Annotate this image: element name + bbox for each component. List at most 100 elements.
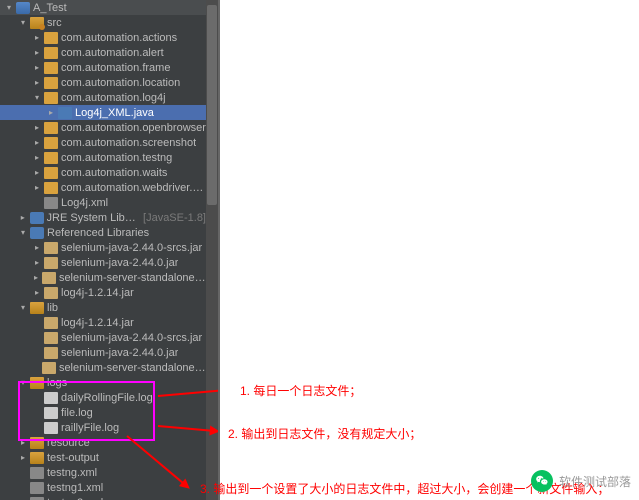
tree-item[interactable]: ▸log4j-1.2.14.jar bbox=[0, 315, 218, 330]
jar-icon bbox=[44, 242, 58, 254]
chevron-right-icon[interactable]: ▸ bbox=[32, 138, 42, 148]
tree-item[interactable]: ▸ com.automation.testng bbox=[0, 150, 218, 165]
pkg-icon bbox=[44, 167, 58, 179]
chevron-right-icon[interactable]: ▸ bbox=[32, 33, 42, 43]
tree-item-label: Referenced Libraries bbox=[47, 227, 149, 239]
file-icon bbox=[44, 422, 58, 434]
tree-item[interactable]: ▾ com.automation.log4j bbox=[0, 90, 218, 105]
tree-item-suffix: [JavaSE-1.8] bbox=[143, 212, 206, 224]
pkg-icon bbox=[44, 122, 58, 134]
tree-item[interactable]: ▸ selenium-java-2.44.0.jar bbox=[0, 255, 218, 270]
chevron-right-icon[interactable]: ▸ bbox=[32, 183, 42, 193]
tree-item[interactable]: ▸ com.automation.waits bbox=[0, 165, 218, 180]
tree-item[interactable]: ▸selenium-java-2.44.0.jar bbox=[0, 345, 218, 360]
chevron-right-icon[interactable]: ▸ bbox=[46, 108, 56, 118]
chevron-right-icon[interactable]: ▸ bbox=[32, 123, 42, 133]
tree-item-label: com.automation.waits bbox=[61, 167, 167, 179]
tree-item[interactable]: ▸Log4j_XML.java bbox=[0, 105, 218, 120]
chevron-down-icon[interactable]: ▾ bbox=[18, 378, 28, 388]
tree-item-label: selenium-java-2.44.0.jar bbox=[61, 347, 178, 359]
tree-item[interactable]: ▸file.log bbox=[0, 405, 218, 420]
watermark: 软件测试部落 bbox=[531, 470, 631, 492]
chevron-right-icon[interactable]: ▸ bbox=[18, 438, 28, 448]
jar-icon bbox=[44, 332, 58, 344]
tree-item-label: JRE System Library bbox=[47, 212, 140, 224]
tree-item[interactable]: ▾ lib bbox=[0, 300, 218, 315]
tree-item-label: file.log bbox=[61, 407, 93, 419]
chevron-down-icon[interactable]: ▾ bbox=[32, 93, 42, 103]
pkg-icon bbox=[44, 62, 58, 74]
tree-item[interactable]: ▾logs bbox=[0, 375, 218, 390]
wechat-icon bbox=[531, 470, 553, 492]
tree-item[interactable]: ▾ A_Test bbox=[0, 0, 218, 15]
xml-icon bbox=[30, 482, 44, 494]
tree-item[interactable]: ▸selenium-java-2.44.0-srcs.jar bbox=[0, 330, 218, 345]
chevron-right-icon[interactable]: ▸ bbox=[32, 273, 40, 283]
tree-item-label: selenium-java-2.44.0.jar bbox=[61, 257, 178, 269]
java-icon bbox=[58, 107, 72, 119]
tree-item[interactable]: ▸com.automation.location bbox=[0, 75, 218, 90]
tree-item[interactable]: ▸com.automation.actions bbox=[0, 30, 218, 45]
chevron-right-icon[interactable]: ▸ bbox=[32, 153, 42, 163]
annotation-panel: 1. 每日一个日志文件； 2. 输出到日志文件，没有规定大小； 3. 输出到一个… bbox=[220, 0, 639, 500]
tree-item[interactable]: ▾ src bbox=[0, 15, 218, 30]
tree-item[interactable]: ▸selenium-java-2.44.0-srcs.jar bbox=[0, 240, 218, 255]
tree-item-label: com.automation.testng bbox=[61, 152, 172, 164]
tree-item-label: selenium-server-standalone-2.44.0.jar bbox=[59, 272, 206, 284]
pkg-icon bbox=[44, 77, 58, 89]
tree-item-label: resource bbox=[47, 437, 90, 449]
xml-icon bbox=[44, 197, 58, 209]
chevron-right-icon[interactable]: ▸ bbox=[18, 213, 28, 223]
tree-item-label: src bbox=[47, 17, 62, 29]
chevron-right-icon[interactable]: ▸ bbox=[32, 78, 42, 88]
project-explorer[interactable]: ▾A_Test▾src▸com.automation.actions▸com.a… bbox=[0, 0, 220, 500]
tree-item-label: lib bbox=[47, 302, 58, 314]
chevron-down-icon[interactable]: ▾ bbox=[18, 228, 28, 238]
tree-item[interactable]: ▸testng2.xml bbox=[0, 495, 218, 500]
tree-item-label: com.automation.alert bbox=[61, 47, 164, 59]
tree-item[interactable]: ▸ log4j-1.2.14.jar bbox=[0, 285, 218, 300]
tree-item[interactable]: ▸ com.automation.webdriver.api bbox=[0, 180, 218, 195]
tree-item[interactable]: ▸com.automation.openbrowser bbox=[0, 120, 218, 135]
chevron-down-icon[interactable]: ▾ bbox=[18, 303, 28, 313]
chevron-right-icon[interactable]: ▸ bbox=[32, 168, 42, 178]
tree-item[interactable]: ▸ com.automation.alert bbox=[0, 45, 218, 60]
tree-item[interactable]: ▸ selenium-server-standalone-2.44.0.jar bbox=[0, 270, 218, 285]
chevron-right-icon[interactable]: ▸ bbox=[32, 48, 42, 58]
jar-icon bbox=[44, 257, 58, 269]
chevron-down-icon[interactable]: ▾ bbox=[18, 18, 28, 28]
jar-icon bbox=[44, 287, 58, 299]
chevron-right-icon[interactable]: ▸ bbox=[32, 288, 42, 298]
tree-item-label: test-output bbox=[47, 452, 99, 464]
chevron-right-icon[interactable]: ▸ bbox=[18, 453, 28, 463]
chevron-right-icon[interactable]: ▸ bbox=[32, 243, 42, 253]
tree-item[interactable]: ▸Log4j.xml bbox=[0, 195, 218, 210]
pkg-icon bbox=[44, 92, 58, 104]
tree-item[interactable]: ▸selenium-server-standalone-2.44.0.jar bbox=[0, 360, 218, 375]
tree-item-label: selenium-server-standalone-2.44.0.jar bbox=[59, 362, 206, 374]
lib-icon bbox=[30, 227, 44, 239]
tree-item[interactable]: ▸ JRE System Library[JavaSE-1.8] bbox=[0, 210, 218, 225]
pkg-icon bbox=[44, 182, 58, 194]
tree-item-label: A_Test bbox=[33, 2, 67, 14]
tree-item-label: log4j-1.2.14.jar bbox=[61, 317, 134, 329]
tree-item-label: raillyFile.log bbox=[61, 422, 119, 434]
tree-item-label: log4j-1.2.14.jar bbox=[61, 287, 134, 299]
tree-item[interactable]: ▾ Referenced Libraries bbox=[0, 225, 218, 240]
watermark-text: 软件测试部落 bbox=[559, 473, 631, 490]
chevron-right-icon[interactable]: ▸ bbox=[32, 258, 42, 268]
jar-icon bbox=[44, 317, 58, 329]
jar-icon bbox=[42, 272, 56, 284]
tree-item-label: com.automation.log4j bbox=[61, 92, 166, 104]
chevron-down-icon[interactable]: ▾ bbox=[4, 3, 14, 13]
chevron-right-icon[interactable]: ▸ bbox=[32, 63, 42, 73]
tree-item-label: com.automation.webdriver.api bbox=[61, 182, 206, 194]
tree-item[interactable]: ▸ resource bbox=[0, 435, 218, 450]
tree-item-label: Log4j.xml bbox=[61, 197, 108, 209]
tree-item-label: com.automation.screenshot bbox=[61, 137, 196, 149]
file-icon bbox=[44, 392, 58, 404]
pkg-icon bbox=[44, 137, 58, 149]
tree-item[interactable]: ▸ com.automation.screenshot bbox=[0, 135, 218, 150]
tree-item[interactable]: ▸ test-output bbox=[0, 450, 218, 465]
tree-item[interactable]: ▸com.automation.frame bbox=[0, 60, 218, 75]
